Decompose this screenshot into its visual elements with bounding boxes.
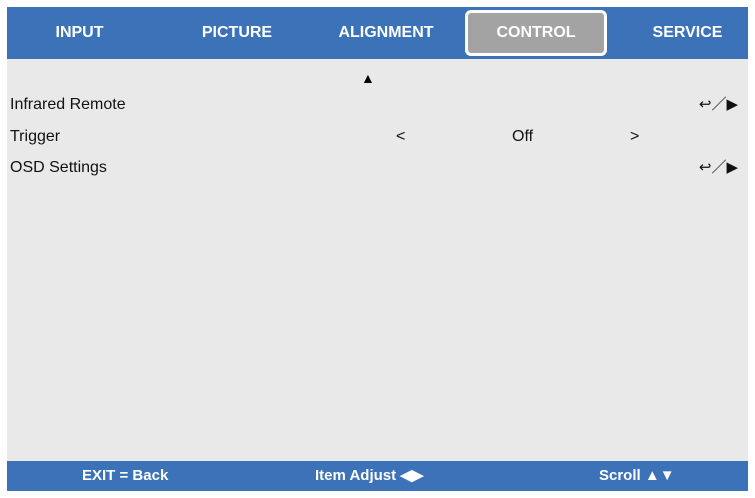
value-decrease-arrow[interactable]: < — [396, 124, 405, 150]
tab-service[interactable]: SERVICE — [635, 7, 740, 59]
scroll-up-icon: ▲ — [361, 70, 375, 86]
osd-menu: INPUT PICTURE ALIGNMENT CONTROL SERVICE … — [7, 7, 748, 491]
tab-picture[interactable]: PICTURE — [187, 7, 287, 59]
footer-exit-hint: EXIT = Back — [82, 467, 169, 484]
footer-help-bar: EXIT = Back Item Adjust ◀▶ Scroll ▲▼ — [7, 461, 748, 491]
menu-item-trigger[interactable]: Trigger < Off > — [7, 124, 748, 150]
menu-item-label: Trigger — [10, 128, 61, 145]
menu-item-infrared-remote[interactable]: Infrared Remote ↩／▶ — [7, 92, 748, 118]
tab-control[interactable]: CONTROL — [465, 10, 607, 56]
footer-scroll-hint: Scroll ▲▼ — [599, 467, 675, 484]
menu-item-label: Infrared Remote — [10, 96, 126, 113]
enter-icon: ↩／▶ — [698, 96, 738, 113]
menu-item-label: OSD Settings — [10, 159, 107, 176]
enter-icon: ↩／▶ — [698, 159, 738, 176]
trigger-value: Off — [512, 128, 534, 145]
tab-alignment[interactable]: ALIGNMENT — [321, 7, 451, 59]
tab-bar: INPUT PICTURE ALIGNMENT CONTROL SERVICE — [7, 7, 748, 59]
value-increase-arrow[interactable]: > — [630, 124, 639, 150]
footer-adjust-hint: Item Adjust ◀▶ — [315, 467, 424, 484]
menu-item-osd-settings[interactable]: OSD Settings ↩／▶ — [7, 155, 748, 181]
tab-input[interactable]: INPUT — [32, 7, 127, 59]
